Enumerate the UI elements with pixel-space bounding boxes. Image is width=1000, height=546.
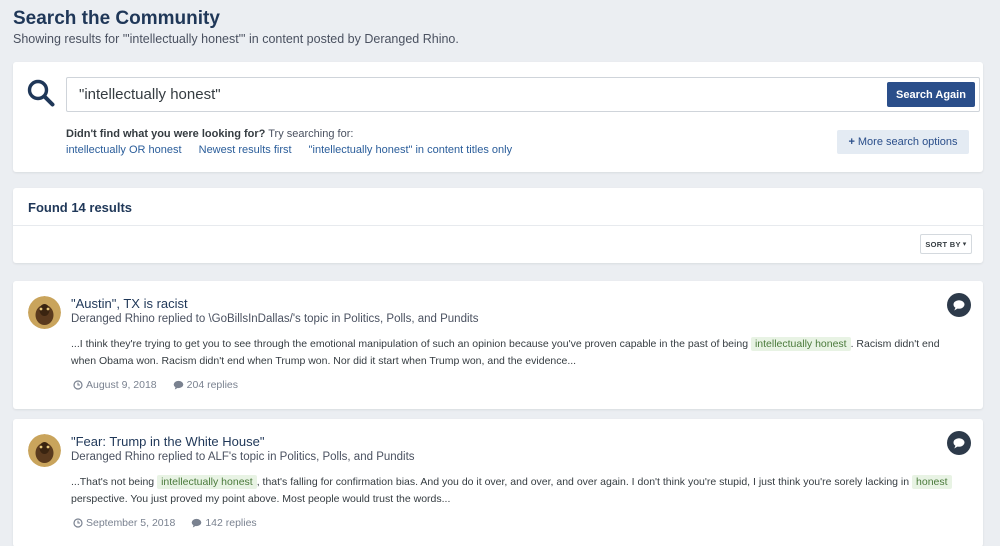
result-meta: Deranged Rhino replied to ALF's topic in… <box>71 451 415 463</box>
didnt-find-label: Didn't find what you were looking for? <box>66 128 266 140</box>
search-again-button[interactable]: Search Again <box>887 82 975 107</box>
page-subtitle: Showing results for '"intellectually hon… <box>13 32 459 46</box>
plus-icon: + <box>848 136 855 148</box>
sort-by-button[interactable]: SORT BY ▾ <box>920 234 972 254</box>
result-title-link[interactable]: "Austin", TX is racist <box>71 296 188 311</box>
divider <box>13 225 983 226</box>
search-suggestions: intellectually OR honest Newest results … <box>66 144 526 156</box>
result-item: "Austin", TX is racist Deranged Rhino re… <box>13 281 983 409</box>
suggestion-titles-only-link[interactable]: "intellectually honest" in content title… <box>309 144 512 156</box>
result-footer: August 9, 2018 204 replies <box>73 379 254 391</box>
search-highlight: intellectually honest <box>157 475 257 489</box>
search-input[interactable] <box>67 78 867 111</box>
search-box: Search Again <box>66 77 980 112</box>
comment-icon <box>947 293 971 317</box>
result-date[interactable]: September 5, 2018 <box>73 517 175 529</box>
suggestion-or-link[interactable]: intellectually OR honest <box>66 144 182 156</box>
avatar[interactable] <box>28 434 61 467</box>
result-meta: Deranged Rhino replied to \GoBillsInDall… <box>71 313 479 325</box>
avatar[interactable] <box>28 296 61 329</box>
speech-bubble-icon <box>192 518 202 528</box>
result-date[interactable]: August 9, 2018 <box>73 379 157 391</box>
result-snippet: ...I think they're trying to get you to … <box>71 336 961 370</box>
try-searching-label: Try searching for: <box>265 128 354 140</box>
clock-icon <box>73 518 83 528</box>
clock-icon <box>73 380 83 390</box>
search-panel: Search Again Didn't find what you were l… <box>13 62 983 172</box>
result-snippet: ...That's not being intellectually hones… <box>71 474 961 508</box>
search-icon <box>26 78 56 108</box>
result-title-link[interactable]: "Fear: Trump in the White House" <box>71 434 264 449</box>
result-replies: 204 replies <box>173 379 238 391</box>
search-help-text: Didn't find what you were looking for? T… <box>66 128 353 140</box>
replies-text: 204 replies <box>186 379 239 391</box>
snippet-text: ...That's not being <box>71 476 158 488</box>
snippet-text: , that's falling for confirmation bias. … <box>256 476 913 488</box>
snippet-text: perspective. You just proved my point ab… <box>71 493 451 505</box>
result-footer: September 5, 2018 142 replies <box>73 517 273 529</box>
caret-down-icon: ▾ <box>962 241 967 248</box>
more-options-label: More search options <box>857 136 958 148</box>
more-search-options-button[interactable]: + More search options <box>837 130 969 154</box>
results-header-panel: Found 14 results SORT BY ▾ <box>13 188 983 263</box>
comment-icon <box>947 431 971 455</box>
replies-text: 142 replies <box>205 517 257 529</box>
result-item: "Fear: Trump in the White House" Derange… <box>13 419 983 546</box>
sort-by-label: SORT BY <box>925 239 961 249</box>
date-text: August 9, 2018 <box>86 379 157 391</box>
snippet-text: ...I think they're trying to get you to … <box>71 338 751 350</box>
date-text: September 5, 2018 <box>86 517 176 529</box>
result-replies: 142 replies <box>191 517 257 529</box>
search-highlight: intellectually honest <box>750 337 851 351</box>
search-highlight: honest <box>912 475 952 489</box>
suggestion-newest-link[interactable]: Newest results first <box>199 144 292 156</box>
page-title: Search the Community <box>13 8 220 29</box>
results-count: Found 14 results <box>28 200 133 215</box>
speech-bubble-icon <box>173 380 183 390</box>
